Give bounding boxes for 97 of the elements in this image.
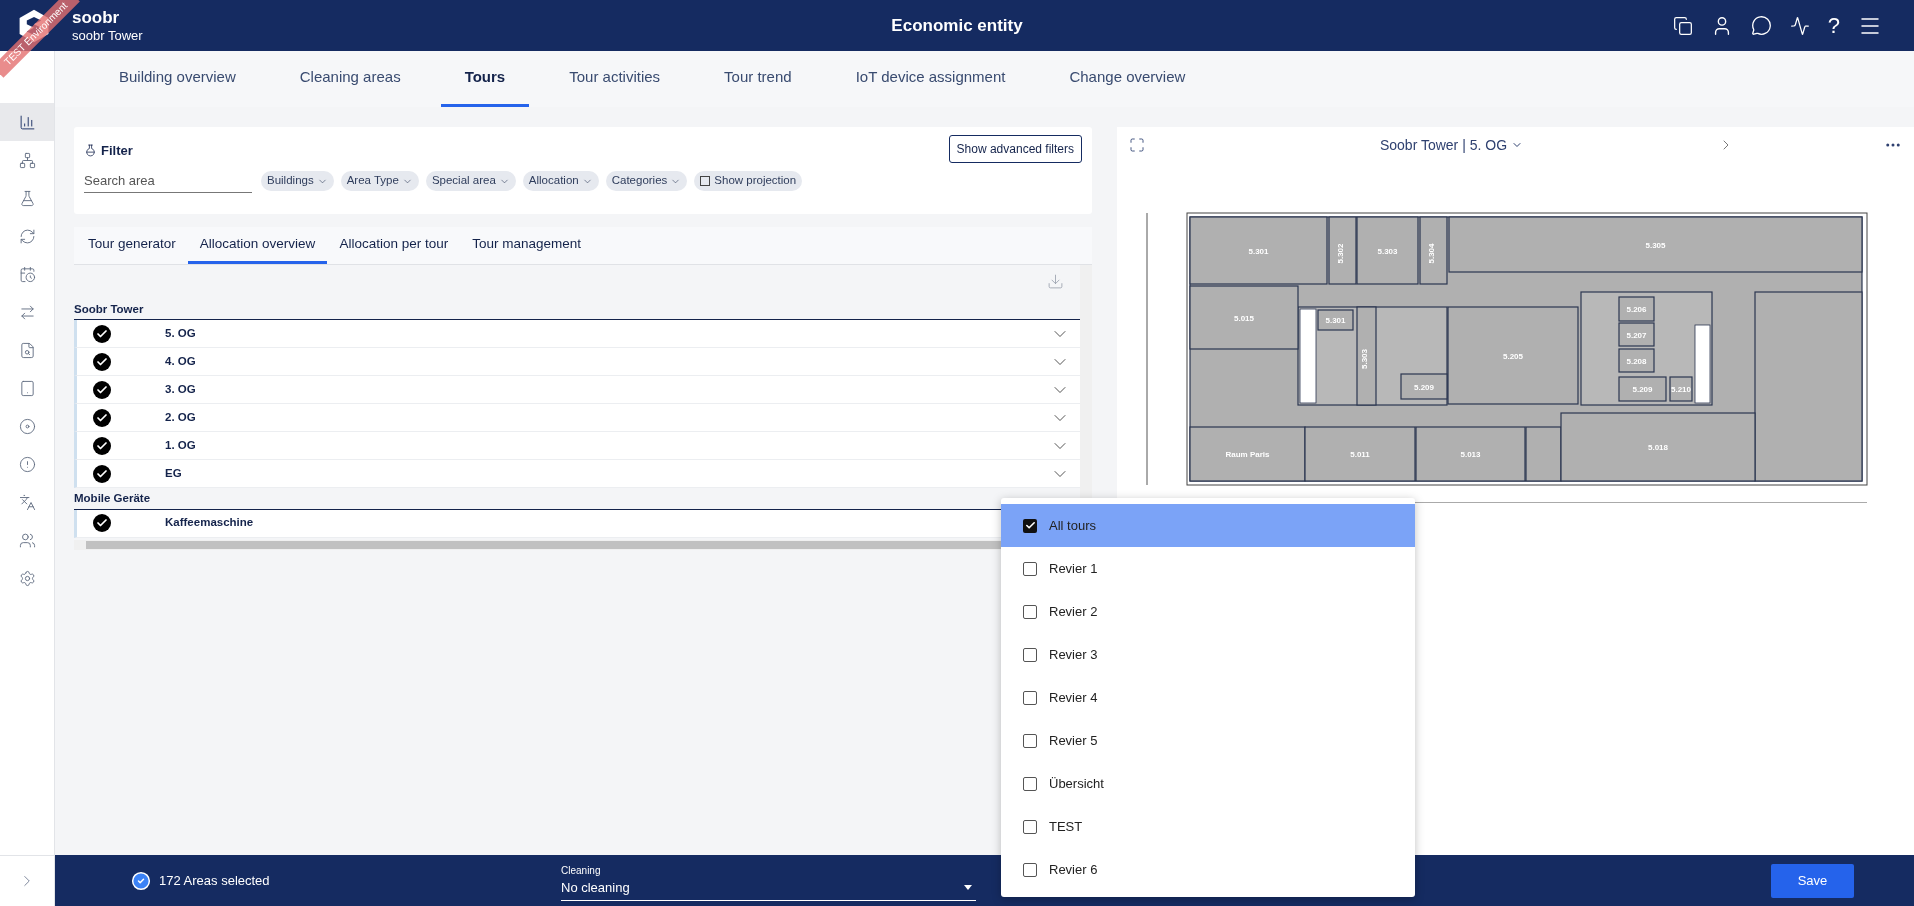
- flask-icon: [84, 144, 97, 158]
- people-icon: [18, 531, 36, 549]
- check-circle-icon: [131, 870, 151, 891]
- sub-tab[interactable]: Allocation overview: [187, 227, 328, 264]
- cycle-icon: [18, 227, 36, 245]
- room-label: 5.013: [1460, 450, 1481, 459]
- room-label: 5.208: [1626, 356, 1647, 366]
- checkbox[interactable]: [1023, 518, 1037, 533]
- page-title: Economic entity: [890, 14, 1024, 37]
- sub-tab[interactable]: Tour generator: [76, 227, 188, 264]
- save-button[interactable]: Save: [1771, 863, 1854, 898]
- room-label: Raum Paris: [1225, 450, 1270, 459]
- floor-selector[interactable]: Soobr Tower | 5. OG: [1379, 134, 1524, 156]
- projection-toggle[interactable]: Show projection: [694, 171, 803, 191]
- row-label: 4. OG: [165, 354, 196, 370]
- search-field[interactable]: Search area: [84, 169, 252, 193]
- room-label: 5.301: [1248, 246, 1269, 256]
- alert-icon: [18, 455, 36, 473]
- room-label: 5.303: [1359, 349, 1369, 369]
- room-label: 5.304: [1426, 243, 1436, 264]
- filter-dropdown[interactable]: Special area: [425, 171, 516, 191]
- list-row[interactable]: 5. OG: [74, 320, 1080, 349]
- expand-view-icon[interactable]: [1129, 137, 1145, 153]
- translate-icon: [18, 493, 36, 511]
- checkbox[interactable]: [1023, 776, 1037, 791]
- room-label: 5.302: [1335, 243, 1345, 264]
- filter-dropdown[interactable]: Allocation: [522, 171, 599, 191]
- room-label: 5.209: [1632, 385, 1653, 394]
- tour-option[interactable]: All tours: [1001, 504, 1415, 547]
- row-label: 2. OG: [165, 410, 196, 426]
- tour-option[interactable]: Revier 4: [1001, 676, 1415, 719]
- tour-option[interactable]: Revier 3: [1001, 633, 1415, 676]
- list-row[interactable]: 2. OG: [74, 404, 1080, 433]
- room-label: 5.011: [1350, 450, 1370, 459]
- tablet-icon: [18, 379, 36, 397]
- tour-option[interactable]: Revier 2: [1001, 590, 1415, 633]
- row-label: Kaffeemaschine: [165, 515, 254, 531]
- list-row[interactable]: 1. OG: [74, 432, 1080, 461]
- nav-tab[interactable]: Building overview: [95, 51, 260, 107]
- room-label: 5.303: [1377, 246, 1398, 256]
- help-button[interactable]: ?: [1827, 14, 1840, 37]
- advanced-filters-button[interactable]: Show advanced filters: [948, 135, 1082, 163]
- room-label: 5.209: [1414, 382, 1434, 392]
- filter-dropdown[interactable]: Area Type: [340, 171, 419, 191]
- row-label: 1. OG: [165, 438, 196, 454]
- document-search-icon: [18, 341, 36, 359]
- settings-icon: [18, 569, 36, 587]
- nav-tab[interactable]: Tour trend: [700, 51, 816, 107]
- checkbox[interactable]: [1023, 690, 1037, 705]
- tour-option[interactable]: Revier 6: [1001, 848, 1415, 891]
- download-icon[interactable]: [1047, 273, 1064, 290]
- sidebar-item[interactable]: [0, 103, 54, 141]
- nav-tab[interactable]: Tour activities: [545, 51, 685, 107]
- list-row[interactable]: 3. OG: [74, 376, 1080, 405]
- nav-tab[interactable]: Cleaning areas: [275, 51, 425, 107]
- room-label: 5.015: [1234, 313, 1254, 323]
- tour-option[interactable]: Revier 1: [1001, 547, 1415, 590]
- swap-icon: [18, 303, 36, 321]
- flask-icon: [18, 189, 36, 207]
- pulse-icon[interactable]: [1789, 15, 1810, 36]
- selection-count: 172 Areas selected: [159, 871, 270, 890]
- room-label: 5.206: [1626, 305, 1647, 314]
- sub-tab[interactable]: Allocation per tour: [327, 227, 461, 264]
- room-label: 5.301: [1325, 316, 1346, 325]
- calendar-icon: [18, 265, 36, 283]
- row-label: 5. OG: [165, 326, 196, 342]
- checkbox[interactable]: [1023, 561, 1037, 576]
- row-label: 3. OG: [165, 382, 196, 398]
- sub-tab[interactable]: Tour management: [460, 227, 593, 264]
- room-label: 5.207: [1626, 330, 1647, 340]
- checkbox[interactable]: [1023, 862, 1037, 877]
- room-label: 5.210: [1671, 385, 1691, 394]
- chat-icon[interactable]: [1750, 15, 1772, 36]
- row-label: EG: [165, 466, 182, 482]
- checkbox[interactable]: [1023, 819, 1037, 834]
- filter-title: Filter: [101, 142, 133, 160]
- filter-dropdown[interactable]: Buildings: [261, 171, 334, 191]
- list-row[interactable]: 4. OG: [74, 348, 1080, 377]
- cleaning-select[interactable]: Cleaning No cleaning: [561, 860, 976, 901]
- nav-tab[interactable]: Tours: [440, 51, 530, 107]
- tour-option[interactable]: Revier 5: [1001, 719, 1415, 762]
- checkbox[interactable]: [1023, 604, 1037, 619]
- nav-tab[interactable]: Change overview: [1045, 51, 1210, 107]
- list-row[interactable]: EG: [74, 460, 1080, 489]
- room-label: 5.305: [1645, 240, 1666, 250]
- hierarchy-icon: [18, 151, 36, 169]
- room-label: 5.205: [1503, 351, 1523, 361]
- disc-icon: [18, 417, 36, 435]
- filter-dropdown[interactable]: Categories: [605, 171, 688, 191]
- checkbox[interactable]: [1023, 647, 1037, 662]
- nav-tab[interactable]: IoT device assignment: [831, 51, 1030, 107]
- chart-icon: [18, 113, 36, 131]
- tour-option[interactable]: TEST: [1001, 805, 1415, 848]
- copy-icon[interactable]: [1672, 15, 1693, 36]
- checkbox[interactable]: [1023, 733, 1037, 748]
- room-label: 5.018: [1648, 443, 1668, 452]
- tour-option[interactable]: Übersicht: [1001, 762, 1415, 805]
